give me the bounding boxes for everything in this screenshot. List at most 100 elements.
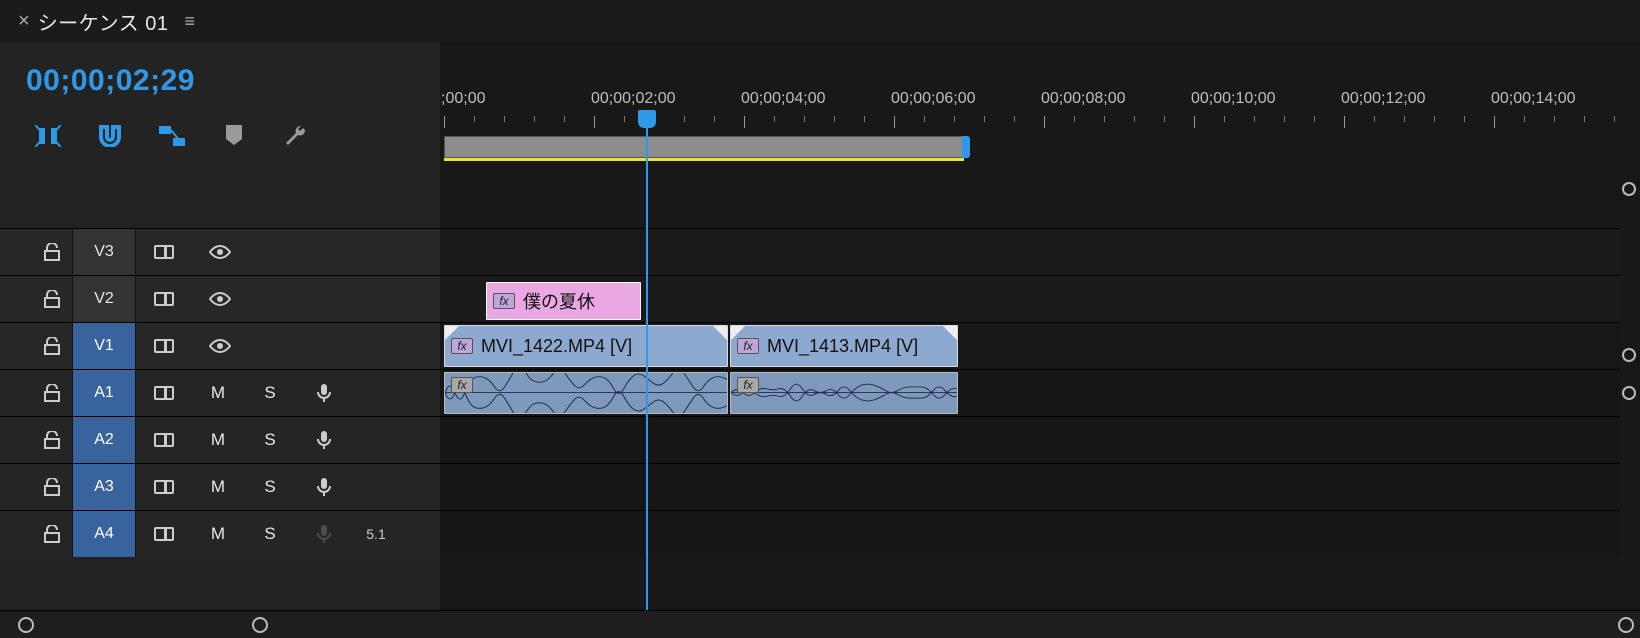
track-label[interactable]: V3 [72, 229, 136, 275]
clip-audio-2[interactable]: fx [730, 372, 958, 414]
horizontal-scrollbar[interactable] [0, 610, 1640, 638]
vscroll-video-handle[interactable] [1622, 348, 1636, 362]
track-header-v1[interactable]: V1 [0, 322, 440, 369]
panel-tab[interactable]: × シーケンス 01 ≡ [0, 0, 1640, 42]
fx-badge-icon[interactable]: fx [737, 338, 759, 354]
clip-audio-1[interactable]: fx [444, 372, 728, 414]
fx-badge-icon[interactable]: fx [451, 338, 473, 354]
clip-label: 僕の夏休 [523, 288, 595, 314]
playhead-timecode[interactable]: 00;00;02;29 [0, 42, 440, 98]
voice-record-icon[interactable] [296, 417, 352, 463]
sync-lock-icon[interactable] [136, 323, 192, 369]
lane-v3[interactable] [440, 228, 1620, 275]
lock-icon[interactable] [0, 511, 72, 557]
close-icon[interactable]: × [18, 10, 30, 33]
track-header-a2[interactable]: A2 M S [0, 416, 440, 463]
channel-label [352, 417, 400, 463]
channel-label [352, 370, 400, 416]
lock-icon[interactable] [0, 417, 72, 463]
ruler-label: 00;00;06;00 [891, 90, 976, 108]
toggle-visibility-icon[interactable] [192, 229, 248, 275]
lane-a2[interactable] [440, 416, 1620, 463]
lock-icon[interactable] [0, 323, 72, 369]
voice-record-icon[interactable] [296, 511, 352, 557]
ruler-label: 00;00;12;00 [1341, 90, 1426, 108]
insert-overwrite-icon[interactable] [34, 124, 62, 148]
sync-lock-icon[interactable] [136, 229, 192, 275]
sync-lock-icon[interactable] [136, 464, 192, 510]
fx-badge-icon[interactable]: fx [493, 293, 515, 309]
solo-button[interactable]: S [244, 370, 296, 416]
solo-button[interactable]: S [244, 417, 296, 463]
ruler-label: 00;00;08;00 [1041, 90, 1126, 108]
sync-lock-icon[interactable] [136, 511, 192, 557]
work-area-bar[interactable] [440, 136, 1620, 158]
sync-lock-icon[interactable] [136, 417, 192, 463]
ruler-label: 00;00;10;00 [1191, 90, 1276, 108]
solo-button[interactable]: S [244, 464, 296, 510]
lane-a1[interactable]: fx fx [440, 369, 1620, 416]
track-header-area: 00;00;02;29 V3 [0, 42, 440, 638]
settings-wrench-icon[interactable] [282, 124, 310, 148]
lane-a4[interactable] [440, 510, 1620, 557]
timeline-area[interactable]: ;00;00 00;00;02;00 00;00;04;00 00;00;06;00 0… [440, 42, 1640, 638]
ruler-label: 00;00;04;00 [741, 90, 826, 108]
track-label[interactable]: A2 [72, 417, 136, 463]
clip-label: MVI_1422.MP4 [V] [481, 336, 632, 357]
voice-record-icon[interactable] [296, 464, 352, 510]
mute-button[interactable]: M [192, 464, 244, 510]
toggle-visibility-icon[interactable] [192, 276, 248, 322]
linked-selection-icon[interactable] [158, 124, 186, 148]
track-label[interactable]: A1 [72, 370, 136, 416]
channel-label [352, 464, 400, 510]
lane-v1[interactable]: fx MVI_1422.MP4 [V] fx MVI_1413.MP4 [V] [440, 322, 1620, 369]
marker-icon[interactable] [220, 124, 248, 148]
track-header-a4[interactable]: A4 M S 5.1 [0, 510, 440, 557]
mute-button[interactable]: M [192, 417, 244, 463]
lock-icon[interactable] [0, 370, 72, 416]
track-label[interactable]: A4 [72, 511, 136, 557]
track-header-a1[interactable]: A1 M S [0, 369, 440, 416]
hscroll-end-handle[interactable] [252, 617, 268, 633]
solo-button[interactable]: S [244, 511, 296, 557]
mute-button[interactable]: M [192, 511, 244, 557]
mute-button[interactable]: M [192, 370, 244, 416]
channel-label: 5.1 [352, 511, 400, 557]
panel-menu-icon[interactable]: ≡ [185, 11, 196, 32]
time-ruler[interactable]: ;00;00 00;00;02;00 00;00;04;00 00;00;06;00 0… [440, 90, 1620, 116]
lock-icon[interactable] [0, 276, 72, 322]
clip-video-2[interactable]: fx MVI_1413.MP4 [V] [730, 325, 958, 367]
ruler-label: 00;00;02;00 [591, 90, 676, 108]
fx-badge-icon[interactable]: fx [737, 377, 759, 393]
vscroll-audio-handle[interactable] [1622, 386, 1636, 400]
lane-v2[interactable]: fx 僕の夏休 [440, 275, 1620, 322]
track-label[interactable]: V1 [72, 323, 136, 369]
toggle-visibility-icon[interactable] [192, 323, 248, 369]
lane-a3[interactable] [440, 463, 1620, 510]
hscroll-start-handle[interactable] [18, 617, 34, 633]
ruler-label: 00;00;14;00 [1491, 90, 1576, 108]
sync-lock-icon[interactable] [136, 370, 192, 416]
voice-record-icon[interactable] [296, 370, 352, 416]
hscroll-far-handle[interactable] [1618, 617, 1634, 633]
clip-video-1[interactable]: fx MVI_1422.MP4 [V] [444, 325, 728, 367]
work-area-end-handle[interactable] [962, 136, 970, 158]
sequence-title: シーケンス 01 [38, 7, 169, 36]
track-header-v3[interactable]: V3 [0, 228, 440, 275]
track-label[interactable]: A3 [72, 464, 136, 510]
clip-label: MVI_1413.MP4 [V] [767, 336, 918, 357]
track-header-v2[interactable]: V2 [0, 275, 440, 322]
fx-badge-icon[interactable]: fx [451, 377, 473, 393]
playhead-handle-icon[interactable] [638, 110, 656, 128]
track-label[interactable]: V2 [72, 276, 136, 322]
lock-icon[interactable] [0, 229, 72, 275]
time-ruler-ticks [440, 116, 1620, 136]
track-header-a3[interactable]: A3 M S [0, 463, 440, 510]
sync-lock-icon[interactable] [136, 276, 192, 322]
playhead[interactable] [646, 110, 648, 610]
lock-icon[interactable] [0, 464, 72, 510]
clip-title[interactable]: fx 僕の夏休 [486, 282, 641, 320]
vscroll-top-handle[interactable] [1622, 182, 1636, 196]
ruler-label: ;00;00 [441, 90, 485, 108]
snap-magnet-icon[interactable] [96, 124, 124, 148]
